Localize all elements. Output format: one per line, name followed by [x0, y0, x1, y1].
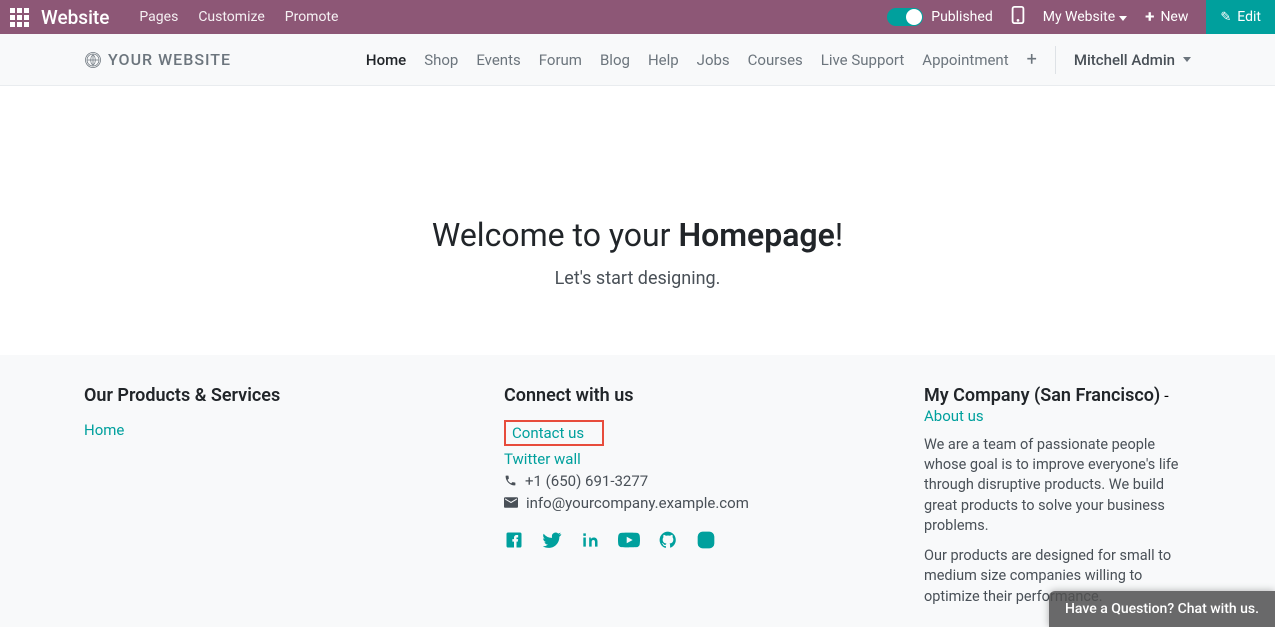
new-button[interactable]: + New [1145, 7, 1188, 27]
site-menu: Home Shop Events Forum Blog Help Jobs Co… [366, 46, 1191, 74]
menu-appointment[interactable]: Appointment [922, 51, 1008, 69]
menu-help[interactable]: Help [648, 51, 679, 69]
mobile-preview-icon[interactable] [1011, 6, 1025, 28]
nav-customize[interactable]: Customize [198, 9, 264, 25]
menu-blog[interactable]: Blog [600, 51, 630, 69]
menu-courses[interactable]: Courses [748, 51, 803, 69]
chevron-down-icon [1119, 16, 1127, 21]
phone-icon [504, 474, 517, 487]
menu-events[interactable]: Events [476, 51, 520, 69]
footer-connect: Connect with us Contact us Twitter wall … [504, 385, 884, 607]
email-icon [504, 497, 518, 508]
youtube-icon[interactable] [618, 530, 640, 550]
footer-col1-heading: Our Products & Services [84, 385, 464, 406]
chat-widget[interactable]: Have a Question? Chat with us. [1049, 591, 1275, 627]
footer-email: info@yourcompany.example.com [504, 494, 884, 512]
nav-promote[interactable]: Promote [285, 9, 339, 25]
separator [1055, 46, 1056, 74]
footer-company: My Company (San Francisco) - About us We… [924, 385, 1191, 607]
menu-forum[interactable]: Forum [539, 51, 582, 69]
site-logo[interactable]: YOUR WEBSITE [84, 50, 231, 69]
footer: Our Products & Services Home Connect wit… [0, 355, 1275, 627]
footer-twitter-link[interactable]: Twitter wall [504, 450, 884, 468]
footer-phone: +1 (650) 691-3277 [504, 472, 884, 490]
sitebar: YOUR WEBSITE Home Shop Events Forum Blog… [0, 34, 1275, 86]
footer-products: Our Products & Services Home [84, 385, 464, 607]
instagram-icon[interactable] [696, 530, 716, 550]
my-website-dropdown[interactable]: My Website [1043, 9, 1127, 25]
user-menu[interactable]: Mitchell Admin [1074, 51, 1191, 69]
add-menu-icon[interactable]: + [1027, 49, 1037, 70]
menu-home[interactable]: Home [366, 51, 406, 69]
hero-subtitle: Let's start designing. [0, 268, 1275, 289]
twitter-icon[interactable] [542, 530, 562, 550]
published-toggle[interactable] [887, 8, 923, 26]
footer-home-link[interactable]: Home [84, 421, 124, 439]
apps-icon[interactable] [10, 8, 29, 27]
chevron-down-icon [1183, 57, 1191, 62]
footer-about-link[interactable]: About us [924, 407, 984, 425]
hero: Welcome to your Homepage! Let's start de… [0, 86, 1275, 289]
linkedin-icon[interactable] [580, 530, 600, 550]
edit-button[interactable]: ✎ Edit [1206, 0, 1275, 34]
menu-live-support[interactable]: Live Support [821, 51, 905, 69]
footer-col3-heading: My Company (San Francisco) [924, 385, 1160, 406]
pencil-icon: ✎ [1220, 10, 1231, 25]
plus-icon: + [1145, 7, 1154, 27]
footer-company-p1: We are a team of passionate people whose… [924, 435, 1191, 536]
brand-title[interactable]: Website [41, 6, 109, 29]
footer-col2-heading: Connect with us [504, 385, 884, 406]
nav-pages[interactable]: Pages [139, 9, 178, 25]
facebook-icon[interactable] [504, 530, 524, 550]
social-icons [504, 530, 884, 550]
topbar: Website Pages Customize Promote Publishe… [0, 0, 1275, 34]
menu-shop[interactable]: Shop [424, 51, 458, 69]
topbar-right: Published My Website + New ✎ Edit [887, 0, 1265, 34]
hero-title: Welcome to your Homepage! [0, 216, 1275, 254]
footer-contact-link[interactable]: Contact us [504, 420, 604, 446]
menu-jobs[interactable]: Jobs [697, 51, 730, 69]
published-label: Published [931, 9, 992, 25]
github-icon[interactable] [658, 530, 678, 550]
